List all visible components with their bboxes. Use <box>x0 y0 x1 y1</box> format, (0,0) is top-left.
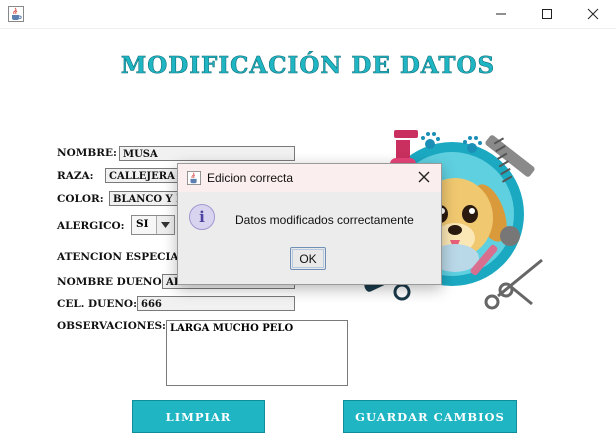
close-icon <box>418 171 430 183</box>
minimize-icon <box>496 13 506 15</box>
window-titlebar <box>0 0 616 29</box>
nombre-dueno-label: NOMBRE DUENO: <box>57 276 166 288</box>
dialog-close-button[interactable] <box>415 168 433 186</box>
color-label: COLOR: <box>57 193 104 205</box>
maximize-icon <box>542 9 552 19</box>
minimize-button[interactable] <box>478 0 524 28</box>
nombre-label: NOMBRE: <box>57 147 117 159</box>
dialog-message: Datos modificados correctamente <box>235 213 414 227</box>
cel-dueno-field[interactable]: 666 <box>137 296 295 311</box>
cel-dueno-label: CEL. DUENO: <box>57 298 137 310</box>
java-cup-icon <box>187 171 201 185</box>
limpiar-button[interactable]: LIMPIAR <box>132 400 265 433</box>
observaciones-label: OBSERVACIONES: <box>57 320 166 332</box>
guardar-cambios-button[interactable]: GUARDAR CAMBIOS <box>343 400 517 433</box>
alergico-select[interactable]: SI <box>131 215 175 235</box>
chevron-down-icon[interactable] <box>156 216 174 234</box>
raza-label: RAZA: <box>57 170 94 182</box>
nombre-field[interactable]: MUSA <box>119 146 295 161</box>
alergico-label: ALERGICO: <box>57 220 125 232</box>
java-cup-icon <box>8 6 24 22</box>
close-icon <box>587 8 599 20</box>
maximize-button[interactable] <box>524 0 570 28</box>
observaciones-textarea[interactable]: LARGA MUCHO PELO <box>166 320 348 386</box>
close-window-button[interactable] <box>570 0 616 28</box>
dialog-title: Edicion correcta <box>207 171 294 185</box>
alergico-select-value: SI <box>136 218 149 230</box>
atencion-especial-label: ATENCION ESPECIAL: <box>57 251 190 263</box>
info-icon: i <box>189 204 215 230</box>
ok-button[interactable]: OK <box>290 247 326 270</box>
dialog-titlebar: Edicion correcta <box>178 164 441 192</box>
edicion-correcta-dialog: Edicion correcta i Datos modificados cor… <box>177 163 442 285</box>
page-title: MODIFICACIÓN DE DATOS <box>120 52 496 80</box>
dialog-body: i Datos modificados correctamente OK <box>178 192 441 284</box>
